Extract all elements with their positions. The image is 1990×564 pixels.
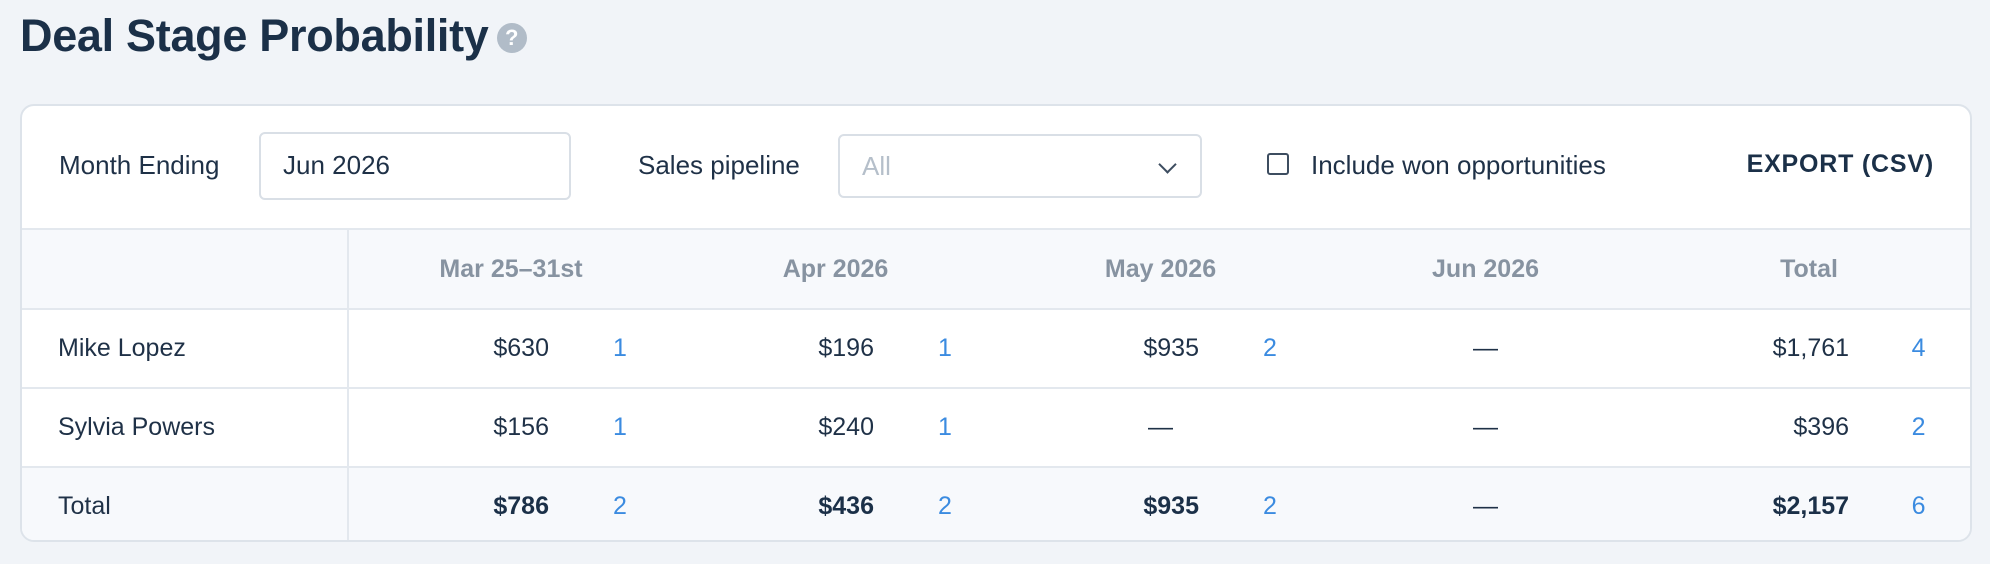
count-link[interactable]: 4 [1863, 309, 1970, 389]
page-title: Deal Stage Probability ? [20, 10, 527, 62]
count-link[interactable]: 6 [1863, 467, 1970, 540]
include-won-checkbox[interactable] [1267, 153, 1289, 175]
table-header-row: Mar 25–31st Apr 2026 May 2026 Jun 2026 T… [22, 230, 1970, 310]
empty-cell: — [998, 388, 1324, 468]
amount-cell: $240 [673, 388, 888, 468]
column-header: Mar 25–31st [348, 230, 673, 310]
count-link[interactable]: 1 [563, 388, 673, 468]
empty-cell: — [1323, 388, 1649, 468]
column-header: Jun 2026 [1323, 230, 1649, 310]
count-link[interactable]: 1 [888, 309, 998, 389]
amount-cell: $630 [348, 309, 563, 389]
month-ending-input[interactable]: Jun 2026 [259, 132, 571, 200]
amount-cell: $436 [818, 492, 874, 520]
month-ending-label: Month Ending [59, 150, 220, 180]
empty-cell: — [1473, 492, 1499, 520]
amount-cell: $396 [1648, 388, 1864, 468]
deal-stage-table: Mar 25–31st Apr 2026 May 2026 Jun 2026 T… [22, 230, 1970, 540]
sales-pipeline-label: Sales pipeline [638, 150, 800, 180]
include-won-label[interactable]: Include won opportunities [1311, 150, 1606, 181]
page-title-text: Deal Stage Probability [20, 10, 489, 61]
amount-cell: $196 [673, 309, 888, 389]
filter-toolbar: Month Ending Jun 2026 Sales pipeline All… [22, 106, 1970, 230]
count-link[interactable]: 2 [563, 467, 673, 540]
count-link[interactable]: 2 [1213, 309, 1324, 389]
column-header: May 2026 [998, 230, 1324, 310]
header-name-cell [22, 230, 349, 310]
amount-cell: $786 [493, 492, 549, 520]
chevron-down-icon [1158, 155, 1177, 174]
amount-cell: $935 [998, 309, 1213, 389]
count-link[interactable]: 2 [1863, 388, 1970, 468]
column-header: Apr 2026 [673, 230, 998, 310]
table-row: Sylvia Powers $156 1 $240 1 — — $396 2 [22, 388, 1970, 468]
count-link[interactable]: 2 [888, 467, 998, 540]
amount-cell: $156 [348, 388, 563, 468]
total-label: Total [22, 467, 349, 540]
rep-name: Sylvia Powers [22, 388, 349, 468]
total-row: Total $786 2 $436 2 $935 2 — $2,157 6 [22, 467, 1970, 540]
table-row: Mike Lopez $630 1 $196 1 $935 2 — $1,761… [22, 309, 1970, 389]
report-card: Month Ending Jun 2026 Sales pipeline All… [20, 104, 1972, 542]
column-header: Total [1648, 230, 1970, 310]
sales-pipeline-value: All [862, 151, 891, 181]
amount-cell: $935 [1143, 492, 1199, 520]
empty-cell: — [1323, 309, 1649, 389]
export-csv-button[interactable]: EXPORT (CSV) [1747, 150, 1934, 179]
count-link[interactable]: 1 [563, 309, 673, 389]
rep-name: Mike Lopez [22, 309, 349, 389]
sales-pipeline-select[interactable]: All [838, 134, 1202, 198]
question-circle-icon[interactable]: ? [496, 23, 527, 53]
count-link[interactable]: 2 [1213, 467, 1323, 540]
amount-cell: $2,157 [1772, 492, 1850, 520]
amount-cell: $1,761 [1648, 309, 1864, 389]
count-link[interactable]: 1 [888, 388, 998, 468]
